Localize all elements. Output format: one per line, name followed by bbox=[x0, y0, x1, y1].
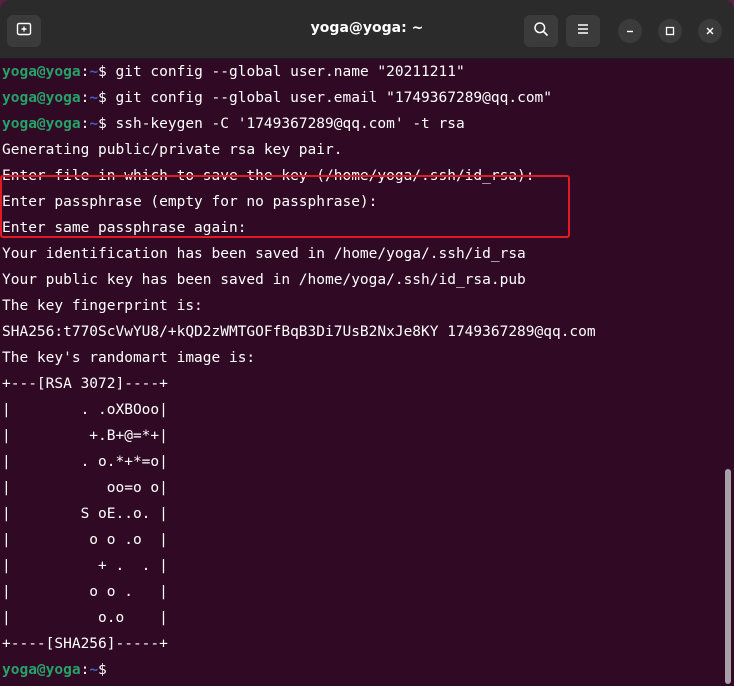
close-button[interactable] bbox=[698, 19, 722, 43]
output-text: | . o.*+*=o| bbox=[2, 454, 168, 470]
output-text: | S oE..o. | bbox=[2, 506, 168, 522]
prompt-symbol: $ bbox=[98, 662, 116, 678]
output-line: SHA256:t770ScVwYU8/+kQD2zWMTGOFfBqB3Di7U… bbox=[2, 319, 596, 345]
output-text: SHA256:t770ScVwYU8/+kQD2zWMTGOFfBqB3Di7U… bbox=[2, 324, 596, 340]
prompt-path: ~ bbox=[89, 64, 99, 80]
command-line: yoga@yoga:~$ bbox=[2, 657, 116, 683]
output-line: | S oE..o. | bbox=[2, 501, 168, 527]
output-text: | . .oXBOoo| bbox=[2, 402, 168, 418]
scrollbar[interactable] bbox=[722, 59, 734, 686]
prompt-user: yoga@yoga bbox=[2, 662, 81, 678]
prompt-path: ~ bbox=[89, 662, 99, 678]
new-tab-icon bbox=[16, 21, 32, 41]
prompt-separator: : bbox=[80, 90, 90, 106]
prompt-path: ~ bbox=[89, 116, 99, 132]
output-line: | + . . | bbox=[2, 553, 168, 579]
output-text: | + . . | bbox=[2, 558, 168, 574]
minimize-icon bbox=[624, 22, 636, 41]
output-text: +---[RSA 3072]----+ bbox=[2, 376, 168, 392]
prompt-user: yoga@yoga bbox=[2, 90, 81, 106]
output-line: | oo=o o| bbox=[2, 475, 168, 501]
output-line: The key's randomart image is: bbox=[2, 345, 255, 371]
output-line: +----[SHA256]-----+ bbox=[2, 631, 168, 657]
output-text: The key's randomart image is: bbox=[2, 350, 256, 366]
command-line: yoga@yoga:~$ git config --global user.na… bbox=[2, 59, 465, 85]
output-text: +----[SHA256]-----+ bbox=[2, 636, 168, 652]
command-line: yoga@yoga:~$ ssh-keygen -C '1749367289@q… bbox=[2, 111, 465, 137]
command-line: yoga@yoga:~$ git config --global user.em… bbox=[2, 85, 552, 111]
terminal-window: yoga@yoga: ~ yoga@yoga:~$ git config --g… bbox=[0, 0, 734, 686]
prompt-user: yoga@yoga bbox=[2, 64, 81, 80]
prompt-separator: : bbox=[80, 116, 90, 132]
output-text: The key fingerprint is: bbox=[2, 298, 203, 314]
output-line: Generating public/private rsa key pair. bbox=[2, 137, 342, 163]
prompt-symbol: $ bbox=[98, 90, 116, 106]
maximize-button[interactable] bbox=[658, 19, 682, 43]
output-line: | +.B+@=*+| bbox=[2, 423, 168, 449]
search-button[interactable] bbox=[524, 15, 558, 47]
output-text: | o o . | bbox=[2, 584, 168, 600]
hamburger-menu-icon bbox=[575, 21, 591, 41]
close-icon bbox=[704, 22, 716, 41]
command-text: ssh-keygen -C '1749367289@qq.com' -t rsa bbox=[115, 116, 465, 132]
output-line: | . .oXBOoo| bbox=[2, 397, 168, 423]
title-bar: yoga@yoga: ~ bbox=[0, 0, 734, 59]
prompt-path: ~ bbox=[89, 90, 99, 106]
search-icon bbox=[533, 21, 549, 41]
output-line: Enter passphrase (empty for no passphras… bbox=[2, 189, 377, 215]
output-text: Enter same passphrase again: bbox=[2, 220, 247, 236]
output-text: Enter passphrase (empty for no passphras… bbox=[2, 194, 378, 210]
output-line: +---[RSA 3072]----+ bbox=[2, 371, 168, 397]
output-text: | +.B+@=*+| bbox=[2, 428, 168, 444]
output-text: Generating public/private rsa key pair. bbox=[2, 142, 343, 158]
maximize-icon bbox=[664, 22, 676, 41]
output-text: Enter file in which to save the key (/ho… bbox=[2, 168, 535, 184]
output-line: | o o . | bbox=[2, 579, 168, 605]
output-line: Enter file in which to save the key (/ho… bbox=[2, 163, 535, 189]
command-text: git config --global user.name "20211211" bbox=[115, 64, 465, 80]
output-line: Your public key has been saved in /home/… bbox=[2, 267, 526, 293]
scrollbar-thumb[interactable] bbox=[725, 469, 731, 684]
prompt-separator: : bbox=[80, 662, 90, 678]
output-line: | . o.*+*=o| bbox=[2, 449, 168, 475]
output-line: Your identification has been saved in /h… bbox=[2, 241, 526, 267]
prompt-user: yoga@yoga bbox=[2, 116, 81, 132]
prompt-separator: : bbox=[80, 64, 90, 80]
output-line: | o o .o | bbox=[2, 527, 168, 553]
new-tab-button[interactable] bbox=[7, 15, 41, 47]
minimize-button[interactable] bbox=[618, 19, 642, 43]
output-text: | oo=o o| bbox=[2, 480, 168, 496]
output-line: The key fingerprint is: bbox=[2, 293, 203, 319]
output-text: | o.o | bbox=[2, 610, 168, 626]
command-text: git config --global user.email "17493672… bbox=[115, 90, 553, 106]
output-text: Your identification has been saved in /h… bbox=[2, 246, 526, 262]
prompt-symbol: $ bbox=[98, 116, 116, 132]
prompt-symbol: $ bbox=[98, 64, 116, 80]
menu-button[interactable] bbox=[566, 15, 600, 47]
output-line: Enter same passphrase again: bbox=[2, 215, 246, 241]
output-text: | o o .o | bbox=[2, 532, 168, 548]
terminal-output[interactable]: yoga@yoga:~$ git config --global user.na… bbox=[0, 59, 722, 686]
output-text: Your public key has been saved in /home/… bbox=[2, 272, 526, 288]
output-line: | o.o | bbox=[2, 605, 168, 631]
